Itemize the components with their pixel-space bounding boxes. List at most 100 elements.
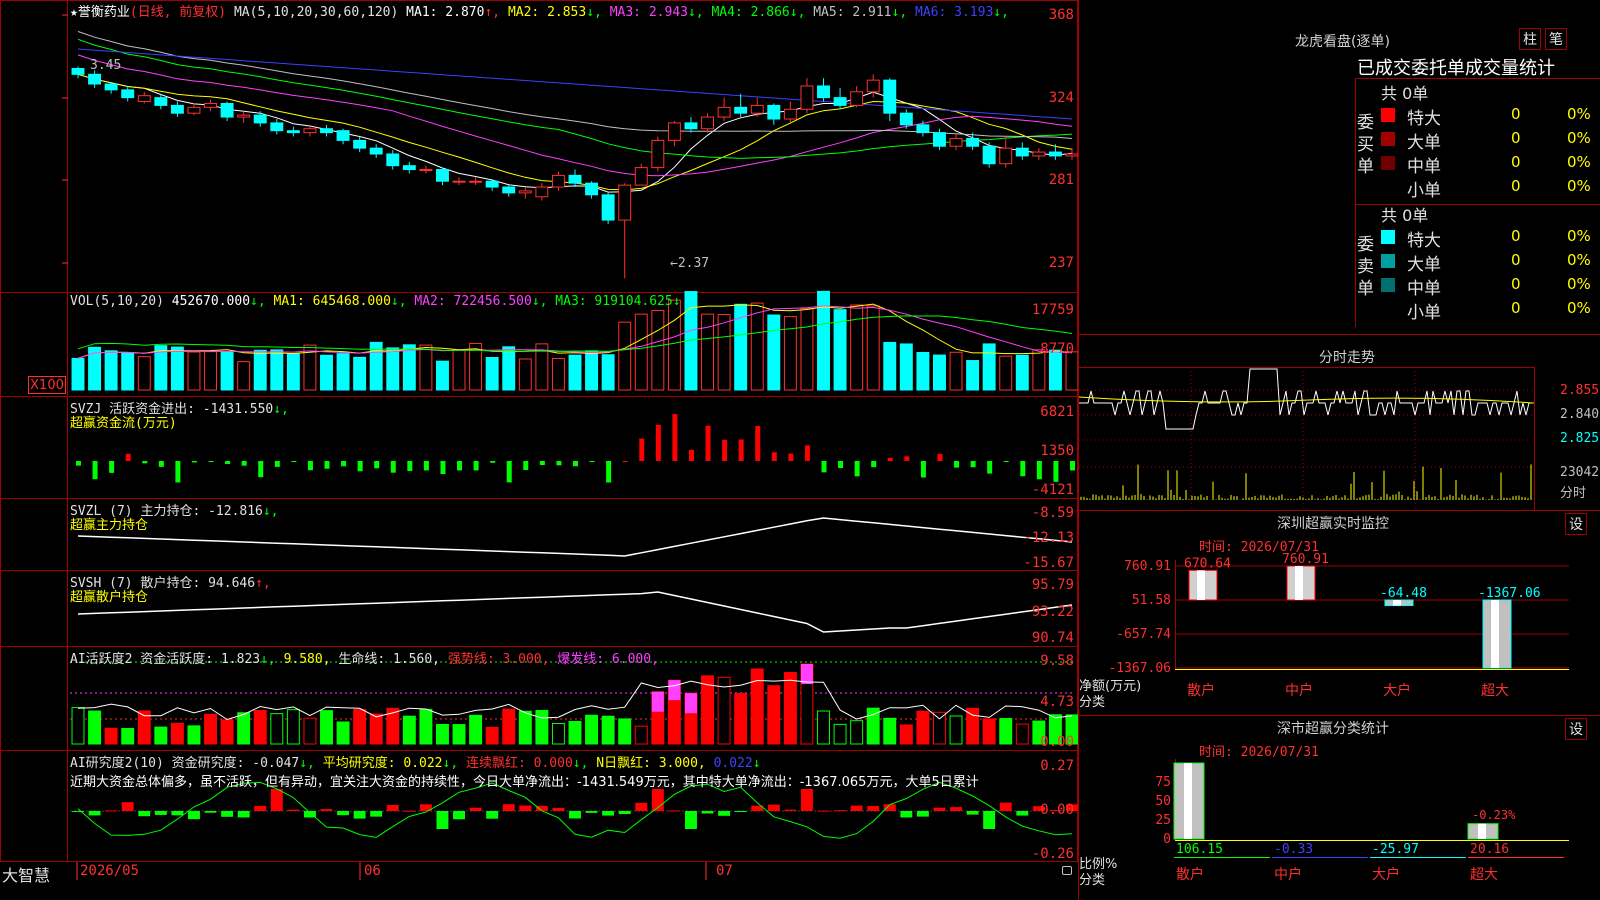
fund-flow-bar xyxy=(407,461,413,471)
volume-bar xyxy=(734,303,748,391)
candle-down xyxy=(684,122,698,130)
activity-bar xyxy=(783,672,797,745)
candle-down xyxy=(916,124,930,134)
fund-flow-bar xyxy=(606,461,612,483)
candle-down xyxy=(734,106,748,114)
candle-up xyxy=(518,190,532,194)
lhb-row-pct: 0% xyxy=(1567,275,1591,293)
candle-down xyxy=(104,83,118,91)
intraday-panel[interactable]: 分时走势 2.855 2.840 2.825 23042 分时 xyxy=(1078,345,1600,510)
fund-flow-bar xyxy=(440,461,446,475)
fund-flow-bar xyxy=(241,461,247,466)
candle-down xyxy=(899,112,913,126)
ai-res-tick: 0.00 xyxy=(1040,802,1074,818)
monitor-ylabel2: 分类 xyxy=(1079,695,1106,710)
volume-bar xyxy=(402,344,416,391)
research-bar xyxy=(585,811,598,813)
tick-view-button[interactable]: 笔 xyxy=(1545,28,1567,50)
lhb-row-name[interactable]: 大单 xyxy=(1407,128,1441,153)
intraday-tick: 2.855 xyxy=(1560,383,1600,398)
candle-down xyxy=(982,145,996,165)
lhb-row-name[interactable]: 特大 xyxy=(1407,104,1441,129)
lhb-row-name[interactable]: 小单 xyxy=(1407,298,1441,323)
research-bar xyxy=(685,811,697,829)
price-high-label: 3.45 xyxy=(90,58,122,73)
lhb-row-name[interactable]: 大单 xyxy=(1407,250,1441,275)
ai-act-tick: 9.58 xyxy=(1040,653,1074,669)
activity-bar xyxy=(899,724,913,745)
volume-bar xyxy=(220,351,234,391)
research-bar xyxy=(88,811,101,816)
lhb-row-count: 0 xyxy=(1511,153,1521,171)
activity-burst-bar xyxy=(668,680,681,701)
volume-bar xyxy=(982,343,996,391)
lhb-row-name[interactable]: 中单 xyxy=(1407,274,1441,299)
fund-flow-bar xyxy=(539,461,545,466)
candle-up xyxy=(949,137,963,147)
classify-bar-highlight xyxy=(1478,823,1486,839)
fund-flow-bar xyxy=(688,449,694,461)
lhb-row-pct: 0% xyxy=(1567,105,1591,123)
date-label: 2026/05 xyxy=(80,863,140,879)
kline-chart[interactable] xyxy=(0,0,1079,880)
candle-up xyxy=(469,180,483,183)
volume-bar xyxy=(1015,354,1029,391)
fund-flow-bar xyxy=(225,461,231,464)
volume-bar xyxy=(933,354,946,391)
fund-flow-bar xyxy=(307,461,313,471)
lhb-row-name[interactable]: 特大 xyxy=(1407,226,1441,251)
lhb-row-count: 0 xyxy=(1511,105,1521,123)
intraday-chart[interactable] xyxy=(1078,345,1600,510)
monitor-bar-highlight xyxy=(1295,566,1303,601)
classify-chart: 75 50 25 0 106.15 散户 -0.33 中户 -25.97 大户 20.16 超大 -0.… xyxy=(1155,759,1569,883)
research-bar xyxy=(403,810,416,812)
volume-bar xyxy=(121,352,135,391)
candle-down xyxy=(833,97,847,106)
candle-down xyxy=(353,139,367,149)
fund-flow-bar xyxy=(423,461,429,471)
activity-bar xyxy=(833,723,847,745)
fund-flow-bar xyxy=(705,425,711,461)
activity-bar xyxy=(104,727,118,745)
candle-up xyxy=(1065,153,1079,157)
activity-bar xyxy=(270,713,284,745)
classify-bar-label: -25.97 xyxy=(1372,842,1419,857)
activity-bar xyxy=(469,714,483,745)
vol-tick: 8770 xyxy=(1040,341,1074,357)
candle-down xyxy=(320,128,333,134)
candle-down xyxy=(170,104,184,114)
research-bar xyxy=(254,805,267,811)
research-bar xyxy=(602,811,615,816)
lhb-row-name[interactable]: 中单 xyxy=(1407,152,1441,177)
lhb-row-name[interactable]: 小单 xyxy=(1407,176,1441,201)
classify-note: -0.23% xyxy=(1472,808,1516,822)
kline-main-panel[interactable]: ★誉衡药业(日线, 前复权) MA(5,10,20,30,60,120) MA1… xyxy=(0,0,1079,880)
lhb-row-pct: 0% xyxy=(1567,251,1591,269)
volume-bar xyxy=(137,356,151,391)
fund-flow-bar xyxy=(920,461,926,478)
candle-down xyxy=(88,73,102,85)
research-bar xyxy=(834,810,847,812)
research-bar xyxy=(320,809,333,811)
candle-up xyxy=(551,174,565,188)
lhb-total: 共 0单 xyxy=(1381,206,1429,225)
volume-bar xyxy=(104,350,118,391)
research-bar xyxy=(237,811,250,818)
volume-bar xyxy=(585,350,599,391)
classify-bar-label: 20.16 xyxy=(1470,842,1509,857)
activity-bar xyxy=(336,721,350,745)
research-bar xyxy=(966,811,979,815)
bar-view-button[interactable]: 柱 xyxy=(1519,28,1541,50)
vol-ma1: MA1: 645468.000 xyxy=(273,294,391,309)
lhb-row-pct: 0% xyxy=(1567,227,1591,245)
research-bar xyxy=(767,804,780,811)
lhb-subtitle: 已成交委托单成交量统计 xyxy=(1357,58,1555,79)
ai-res-v3: 连续飘红: 0.000 xyxy=(466,756,573,771)
activity-bar xyxy=(237,712,251,745)
lock-icon[interactable] xyxy=(1062,866,1072,875)
fund-flow-bar xyxy=(175,461,181,483)
research-bar xyxy=(105,810,118,812)
fund-flow-bar xyxy=(490,461,496,463)
activity-bar xyxy=(286,709,300,745)
research-bar xyxy=(618,811,631,815)
